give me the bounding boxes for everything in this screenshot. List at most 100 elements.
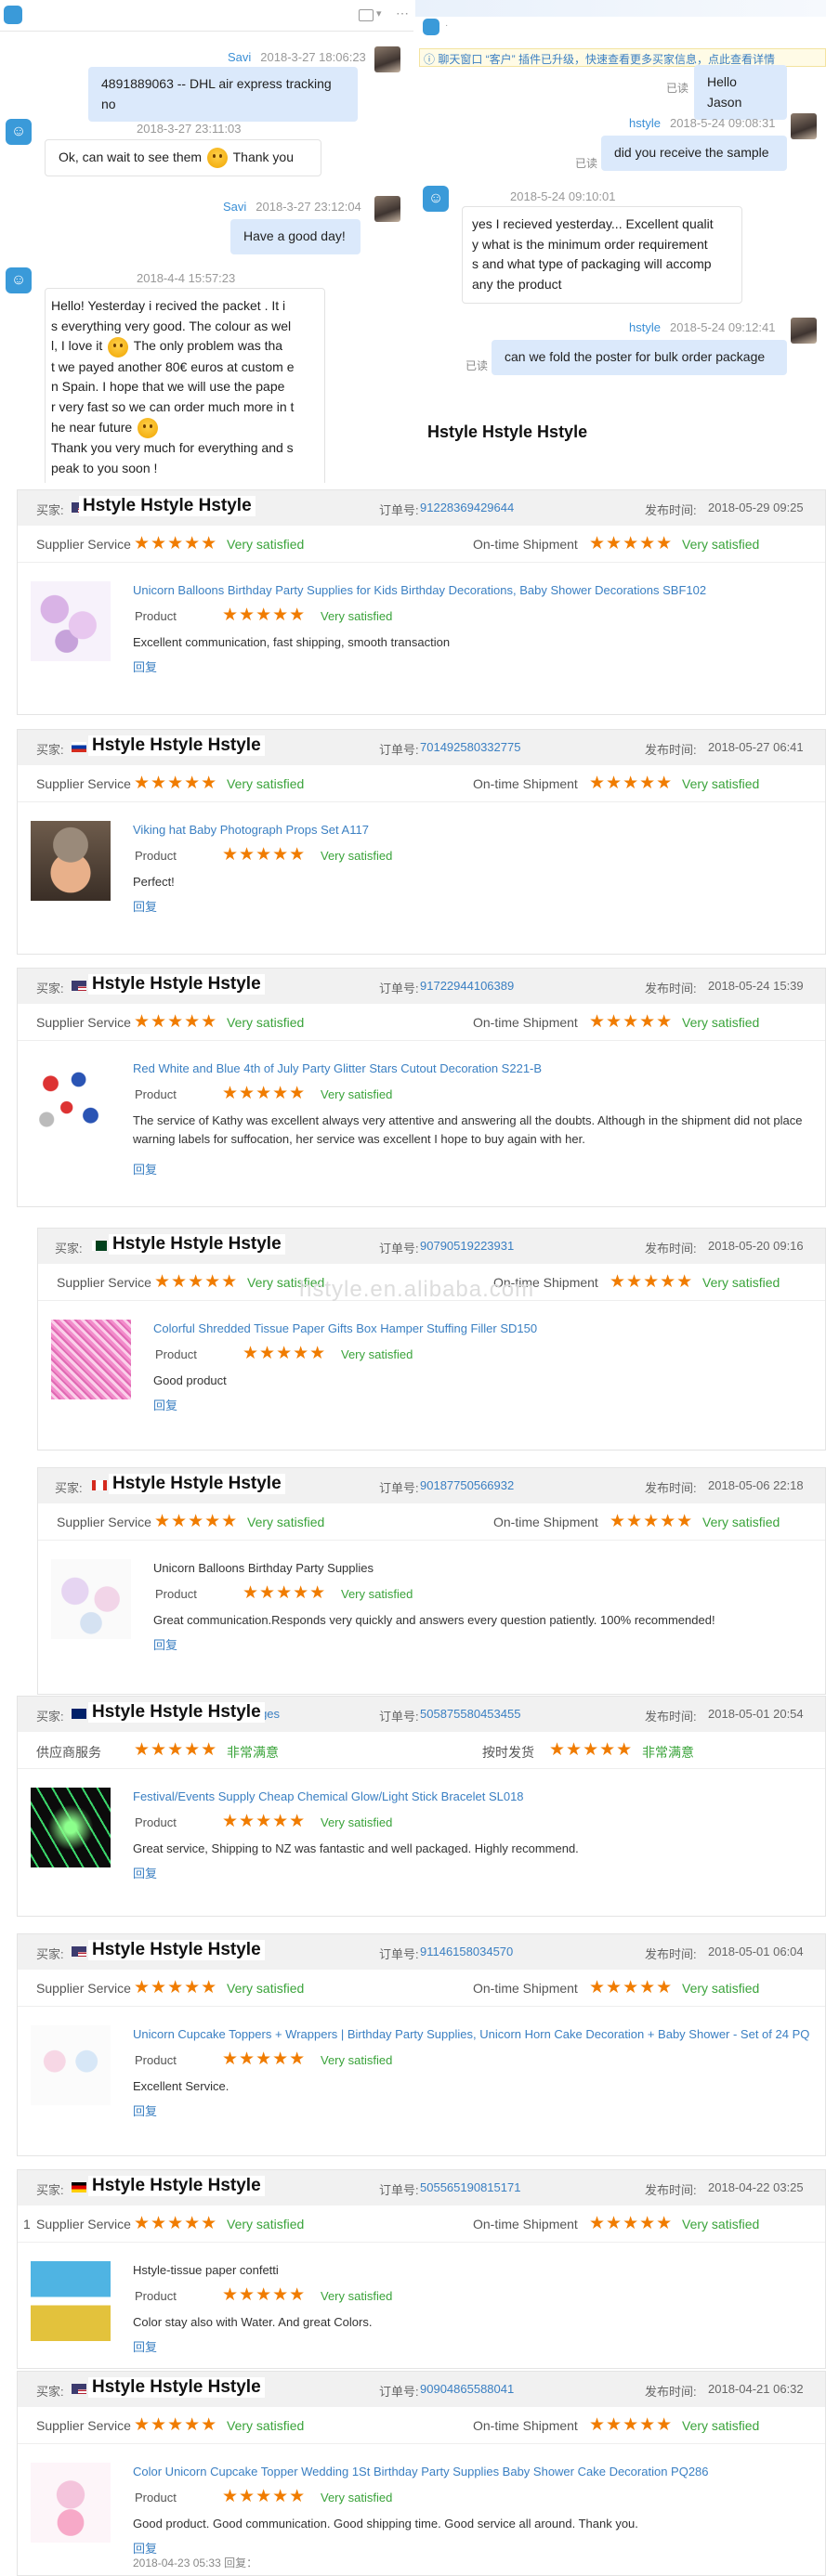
chat-bubble-sent: did you receive the sample bbox=[601, 136, 787, 171]
reply-link[interactable]: 回复 bbox=[133, 897, 157, 915]
product-thumbnail[interactable] bbox=[31, 581, 111, 661]
message-line: peak to you soon ! bbox=[51, 460, 158, 475]
review-text: Color stay also with Water. And great Co… bbox=[133, 2315, 373, 2329]
order-number[interactable]: 505565190815171 bbox=[420, 2180, 520, 2194]
reply-link[interactable]: 回复 bbox=[153, 1635, 177, 1653]
product-title-link[interactable]: Color Unicorn Cupcake Topper Wedding 1St… bbox=[133, 2465, 709, 2478]
order-number[interactable]: 701492580332775 bbox=[420, 740, 520, 754]
plugin-banner[interactable]: ⓘ 聊天窗口 “客户” 插件已升级，快速查看更多买家信息，点此查看详情 bbox=[419, 48, 826, 67]
review-card: 买家: Hstyle Hstyle Hstyle 订单号: 5055651908151… bbox=[17, 2169, 826, 2369]
order-number[interactable]: 90187750566932 bbox=[420, 1478, 514, 1492]
supplier-service-rating: Very satisfied bbox=[227, 537, 305, 552]
time-label: 发布时间: bbox=[645, 1710, 697, 1724]
review-time: 2018-05-20 09:16 bbox=[708, 1239, 804, 1253]
review-card: 买家:/essagesHstyle Hstyle Hstyle订单号:50587… bbox=[17, 1696, 826, 1917]
order-number[interactable]: 91146158034570 bbox=[420, 1945, 513, 1958]
product-thumbnail[interactable] bbox=[51, 1559, 131, 1639]
message-text: Thank you bbox=[232, 150, 294, 164]
message-time: 2018-5-24 09:08:31 bbox=[669, 116, 776, 130]
buyer-label: 买家: bbox=[36, 743, 64, 757]
product-title-link[interactable]: Viking hat Baby Photograph Props Set A11… bbox=[133, 823, 369, 837]
product-title-link[interactable]: Hstyle-tissue paper confetti bbox=[133, 2263, 279, 2277]
reply-link[interactable]: 回复 bbox=[133, 1160, 157, 1177]
product-thumbnail[interactable] bbox=[31, 2261, 111, 2341]
top-stripe bbox=[415, 0, 826, 17]
more-icon[interactable]: ⋯ bbox=[396, 6, 409, 21]
review-card: 买家: Hstyle Hstyle Hstyle 订单号: 9172294410638… bbox=[17, 968, 826, 1207]
order-number[interactable]: 90904865588041 bbox=[420, 2382, 514, 2396]
supplier-service-label: Supplier Service bbox=[57, 1275, 151, 1290]
message-time: 2018-5-24 09:10:01 bbox=[510, 189, 616, 203]
product-title-link[interactable]: Unicorn Balloons Birthday Party Supplies… bbox=[133, 583, 706, 597]
supplier-service-stars: ★★★★★ bbox=[134, 1740, 218, 1760]
review-card: 买家:/iHstyle Hstyle Hstyle订单号:91228369429… bbox=[17, 489, 826, 715]
chat-window-right: · ⓘ 聊天窗口 “客户” 插件已升级，快速查看更多买家信息，点此查看详情 已读… bbox=[415, 0, 826, 390]
product-label: Product bbox=[135, 849, 177, 863]
chevron-down-icon[interactable]: ▾ bbox=[376, 7, 382, 20]
product-stars: ★★★★★ bbox=[222, 1084, 307, 1103]
info-icon: ⓘ bbox=[424, 53, 439, 66]
order-number[interactable]: 91228369429644 bbox=[420, 501, 514, 514]
read-status: 已读 bbox=[666, 82, 689, 95]
review-text: Great service, Shipping to NZ was fantas… bbox=[133, 1841, 579, 1855]
chat-bubble-sent: Have a good day! bbox=[230, 219, 361, 254]
product-title-link[interactable]: Colorful Shredded Tissue Paper Gifts Box… bbox=[153, 1321, 537, 1335]
product-rating: Very satisfied bbox=[341, 1587, 413, 1601]
ontime-label: On-time Shipment bbox=[473, 1981, 578, 1996]
message-line: y what is the minimum order requirement bbox=[472, 236, 708, 252]
product-thumbnail[interactable] bbox=[31, 2463, 111, 2543]
product-thumbnail[interactable] bbox=[31, 1788, 111, 1867]
product-label: Product bbox=[155, 1587, 197, 1601]
product-thumbnail[interactable] bbox=[31, 2025, 111, 2105]
country-flag bbox=[72, 2182, 86, 2192]
product-thumbnail[interactable] bbox=[31, 1060, 111, 1139]
supplier-service-stars: ★★★★★ bbox=[154, 1272, 239, 1292]
product-thumbnail[interactable] bbox=[51, 1320, 131, 1399]
product-thumbnail[interactable] bbox=[31, 821, 111, 901]
message-line: l, I love it The only problem was tha bbox=[51, 336, 319, 358]
review-card: 买家: Hstyle Hstyle Hstyle 订单号: 9079051922393… bbox=[37, 1228, 826, 1451]
reply-link[interactable]: 回复 bbox=[133, 2101, 157, 2119]
order-number[interactable]: 91722944106389 bbox=[420, 979, 514, 993]
country-flag bbox=[92, 1241, 107, 1251]
product-title-link[interactable]: Festival/Events Supply Cheap Chemical Gl… bbox=[133, 1789, 524, 1803]
product-title-link[interactable]: Unicorn Balloons Birthday Party Supplies bbox=[153, 1561, 374, 1575]
buyer-brand: Hstyle Hstyle Hstyle bbox=[109, 1474, 285, 1494]
review-header: 买家: Hstyle Hstyle Hstyle 订单号: 9172294410638… bbox=[18, 969, 825, 1004]
country-flag bbox=[92, 1480, 107, 1490]
supplier-service-label: 供应商服务 bbox=[36, 1745, 101, 1760]
message-line: Hello! Yesterday i recived the packet . … bbox=[51, 298, 286, 313]
message-time: 2018-3-27 23:11:03 bbox=[137, 122, 242, 136]
service-rating-row: 1 Supplier Service ★★★★★ Very satisfied On-t… bbox=[18, 2205, 825, 2243]
review-card: 买家: Hstyle Hstyle Hstyle 订单号: 9018775056693… bbox=[37, 1467, 826, 1695]
review-time: 2018-05-27 06:41 bbox=[708, 740, 804, 754]
reply-link[interactable]: 回复 bbox=[153, 1396, 177, 1413]
product-label: Product bbox=[135, 1815, 177, 1829]
order-number[interactable]: 505875580453455 bbox=[420, 1707, 520, 1721]
service-rating-row: Supplier Service ★★★★★ Very satisfied On-ti… bbox=[18, 1004, 825, 1041]
review-card: 买家:esHstyle Hstyle Hstyle订单号:70149258033… bbox=[17, 729, 826, 955]
supplier-service-stars: ★★★★★ bbox=[134, 1978, 218, 1997]
buyer-label: 买家: bbox=[55, 1481, 83, 1495]
order-label: 订单号: bbox=[379, 1481, 419, 1495]
review-header: 买家: Hstyle Hstyle Hstyle 订单号: 9079051922393… bbox=[38, 1229, 825, 1264]
message-line: yes I recieved yesterday... Excellent qu… bbox=[472, 216, 714, 231]
window-icon[interactable] bbox=[359, 9, 374, 21]
product-rating: Very satisfied bbox=[341, 1347, 413, 1361]
smile-icon bbox=[206, 148, 228, 169]
reply-link[interactable]: 回复 bbox=[133, 2337, 157, 2355]
product-title-link[interactable]: Red White and Blue 4th of July Party Gli… bbox=[133, 1061, 542, 1075]
ontime-rating: Very satisfied bbox=[702, 1515, 780, 1529]
time-label: 发布时间: bbox=[645, 743, 697, 757]
order-number[interactable]: 90790519223931 bbox=[420, 1239, 514, 1253]
product-label: Product bbox=[135, 1087, 177, 1101]
review-time: 2018-05-01 06:04 bbox=[708, 1945, 804, 1958]
message-line: he near future bbox=[51, 418, 319, 439]
app-icon bbox=[423, 19, 439, 35]
reply-link[interactable]: 回复 bbox=[133, 657, 157, 675]
product-title-link[interactable]: Unicorn Cupcake Toppers + Wrappers | Bir… bbox=[133, 2027, 809, 2041]
buyer-brand: Hstyle Hstyle Hstyle bbox=[88, 1940, 265, 1960]
reply-link[interactable]: 回复 bbox=[133, 1864, 157, 1881]
buyer-label: 买家: bbox=[55, 1242, 83, 1255]
product-label: Product bbox=[135, 609, 177, 623]
